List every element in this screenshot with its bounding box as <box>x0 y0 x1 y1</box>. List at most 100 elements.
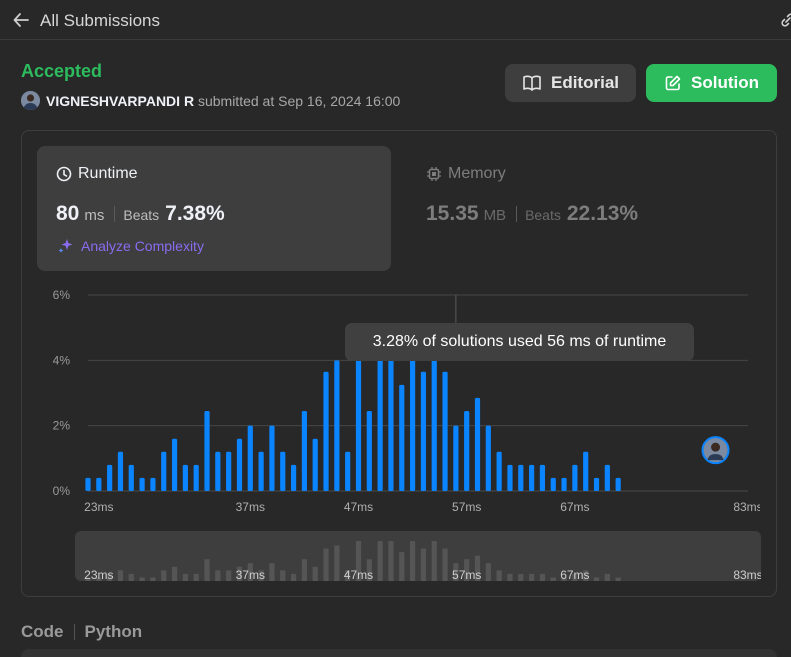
chart-bar <box>312 438 318 491</box>
navigator-bar <box>171 566 178 581</box>
x-tick-label: 67ms <box>560 500 589 514</box>
chart-bar <box>366 410 372 491</box>
navigator-bar <box>615 577 621 581</box>
chart-bar <box>409 344 416 491</box>
runtime-beats-label: Beats <box>123 207 160 223</box>
memory-title[interactable]: Memory <box>426 165 506 183</box>
chart-bar <box>107 464 113 491</box>
navigator-bar <box>334 545 340 581</box>
top-bar: All Submissions <box>0 0 791 40</box>
chart-bar <box>269 425 275 491</box>
navigator-bar <box>604 573 610 581</box>
chart-bar <box>572 464 578 491</box>
navigator-bar <box>485 563 491 581</box>
chart-bar <box>117 451 124 491</box>
code-block <box>21 649 777 657</box>
chart-bar <box>280 451 286 491</box>
analyze-complexity-link[interactable]: Analyze Complexity <box>57 237 204 255</box>
chart-bar <box>464 410 470 491</box>
analyze-label: Analyze Complexity <box>81 238 204 254</box>
runtime-distribution-chart[interactable]: 0% 2% 4% 6% 23ms 37ms 47ms 57ms 67ms 83ms <box>30 280 760 520</box>
chart-bar <box>431 344 437 491</box>
navigator-bar <box>128 573 134 581</box>
chart-bar <box>204 410 210 491</box>
chart-bar <box>290 464 297 491</box>
arrow-left-icon[interactable] <box>12 11 30 29</box>
navigator-bar <box>269 563 275 581</box>
chart-bar <box>420 371 427 491</box>
navigator-bar <box>215 570 221 581</box>
editorial-button[interactable]: Editorial <box>505 64 636 102</box>
chart-bar <box>96 477 102 491</box>
navigator-bar <box>161 570 167 581</box>
code-language: Python <box>84 622 143 641</box>
memory-beats-label: Beats <box>525 207 561 223</box>
avatar-marker-head <box>711 442 721 452</box>
chart-bar <box>550 477 556 491</box>
navigator-bar <box>323 548 329 581</box>
runtime-value: 80 <box>56 202 80 225</box>
y-tick-label: 6% <box>53 288 71 302</box>
navigator-bar <box>388 541 394 581</box>
navigator-tick-label: 37ms <box>236 568 265 581</box>
submission-status: Accepted <box>21 61 103 81</box>
navigator-bar <box>182 573 188 581</box>
y-tick-label: 4% <box>53 353 71 367</box>
chart-bar <box>496 451 502 491</box>
chart-bar <box>215 451 221 491</box>
chart-bar <box>334 360 340 491</box>
user-avatar-marker <box>701 436 730 465</box>
x-tick-label: 23ms <box>84 500 113 514</box>
memory-unit: MB <box>483 207 507 224</box>
memory-metric: 15.35 MB Beats 22.13% <box>426 202 638 226</box>
link-icon[interactable] <box>779 11 791 29</box>
chart-bar <box>161 451 167 491</box>
chart-bar <box>139 477 145 491</box>
chart-bar <box>226 451 232 491</box>
chart-bar <box>442 371 448 491</box>
chart-range-navigator[interactable]: 23ms 37ms 47ms 57ms 67ms 83ms <box>75 531 761 581</box>
navigator-tick-label: 23ms <box>84 568 113 581</box>
solution-button[interactable]: Solution <box>646 64 777 102</box>
chart-bar <box>388 344 394 491</box>
y-tick-label: 2% <box>53 419 71 433</box>
chart-bar <box>399 384 405 491</box>
x-tick-label: 47ms <box>344 500 373 514</box>
chart-bar <box>583 451 589 491</box>
navigator-bar <box>507 573 513 581</box>
navigator-bar <box>226 570 232 581</box>
navigator-bar <box>117 570 124 581</box>
x-tick-label: 37ms <box>236 500 265 514</box>
memory-title-label: Memory <box>448 165 506 182</box>
navigator-bar <box>550 577 556 581</box>
chart-bar <box>518 464 524 491</box>
navigator-tick-label: 67ms <box>560 568 589 581</box>
chart-bar <box>85 477 91 491</box>
clock-icon <box>56 166 72 182</box>
chart-bar <box>345 451 351 491</box>
chart-bar <box>561 477 567 491</box>
submission-byline: VIGNESHVARPANDI R submitted at Sep 16, 2… <box>46 93 400 109</box>
avatar[interactable] <box>21 91 40 110</box>
navigator-bar <box>518 573 524 581</box>
code-label: Code <box>21 622 64 641</box>
username[interactable]: VIGNESHVARPANDI R <box>46 93 194 109</box>
navigator-bar <box>377 541 383 581</box>
chart-bar <box>593 477 600 491</box>
all-submissions-link[interactable]: All Submissions <box>40 11 160 31</box>
book-icon <box>523 75 541 91</box>
navigator-bar <box>312 566 318 581</box>
navigator-background <box>75 531 761 581</box>
edit-icon <box>665 75 681 91</box>
chart-bar <box>377 344 383 491</box>
navigator-bar <box>442 548 448 581</box>
navigator-bar <box>529 573 535 581</box>
navigator-bar <box>290 573 297 581</box>
editorial-label: Editorial <box>550 73 619 92</box>
chart-bar <box>323 371 329 491</box>
navigator-bar <box>496 570 502 581</box>
navigator-bar <box>301 559 307 581</box>
chart-bar <box>182 464 188 491</box>
memory-value: 15.35 <box>426 202 479 225</box>
divider <box>73 624 75 640</box>
